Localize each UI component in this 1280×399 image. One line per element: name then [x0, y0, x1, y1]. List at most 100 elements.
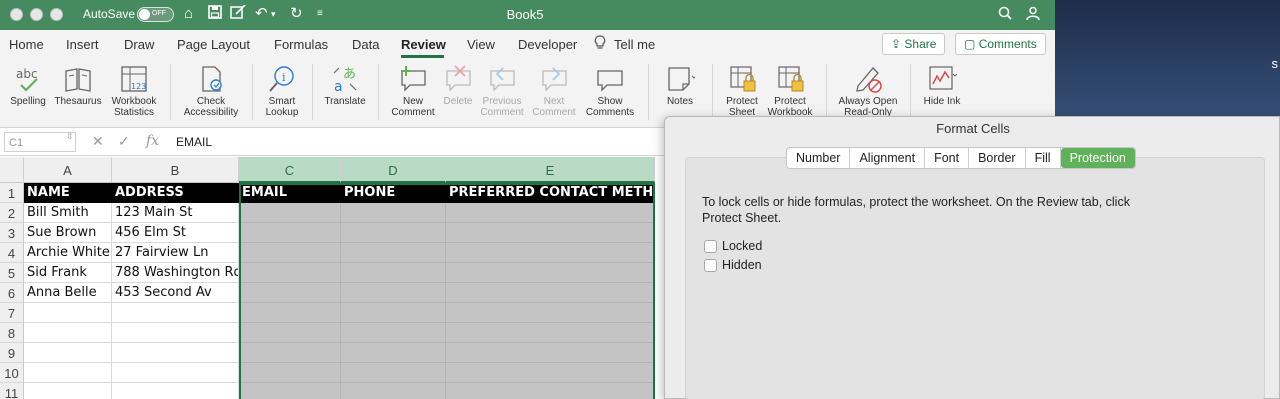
name-box-stepper-icon[interactable]: ⇳ [66, 131, 74, 142]
cell-a9[interactable] [24, 343, 112, 363]
search-icon[interactable] [998, 6, 1012, 25]
cell-c2[interactable] [239, 203, 341, 223]
tab-data[interactable]: Data [352, 37, 379, 52]
cell-b10[interactable] [112, 363, 239, 383]
cell-a3[interactable]: Sue Brown [24, 223, 112, 243]
comments-button[interactable]: ▢ Comments [955, 33, 1046, 55]
tab-insert[interactable]: Insert [66, 37, 99, 52]
cell-b3[interactable]: 456 Elm St [112, 223, 239, 243]
tab-home[interactable]: Home [9, 37, 44, 52]
row-header[interactable]: 2 [0, 203, 24, 223]
cell-b11[interactable] [112, 383, 239, 399]
cell-d6[interactable] [341, 283, 446, 303]
cell-c6[interactable] [239, 283, 341, 303]
cell-c7[interactable] [239, 303, 341, 323]
hidden-checkbox[interactable] [704, 258, 717, 272]
cell-d2[interactable] [341, 203, 446, 223]
cell-e3[interactable] [446, 223, 655, 243]
tab-draw[interactable]: Draw [124, 37, 154, 52]
tab-view[interactable]: View [467, 37, 495, 52]
minimize-window-button[interactable] [30, 8, 43, 21]
cell-b4[interactable]: 27 Fairview Ln [112, 243, 239, 263]
cell-c9[interactable] [239, 343, 341, 363]
save-icon[interactable] [208, 5, 222, 24]
spelling-button[interactable]: abc Spelling [6, 58, 50, 107]
undo-dropdown-icon[interactable]: ▾ [271, 5, 276, 23]
tab-font[interactable]: Font [925, 148, 970, 168]
cell-e2[interactable] [446, 203, 655, 223]
column-header-c[interactable]: C [239, 157, 341, 183]
check-accessibility-button[interactable]: Check Accessibility [178, 58, 244, 118]
column-header-d[interactable]: D [341, 157, 446, 183]
column-header-a[interactable]: A [24, 157, 112, 183]
cell-a10[interactable] [24, 363, 112, 383]
function-icon[interactable]: fx [146, 133, 159, 149]
formula-input[interactable]: EMAIL [176, 135, 212, 149]
cell-d1[interactable]: PHONE [341, 183, 446, 203]
cell-a1[interactable]: NAME [24, 183, 112, 203]
cell-c10[interactable] [239, 363, 341, 383]
cell-e6[interactable] [446, 283, 655, 303]
tab-page-layout[interactable]: Page Layout [177, 37, 250, 52]
cell-a8[interactable] [24, 323, 112, 343]
cell-b7[interactable] [112, 303, 239, 323]
next-comment-button[interactable]: Next Comment [530, 58, 578, 118]
locked-option[interactable]: Locked [704, 239, 762, 253]
notes-button[interactable]: Notes [656, 58, 704, 107]
tab-number[interactable]: Number [787, 148, 851, 168]
customize-toolbar-icon[interactable]: ≡ [317, 5, 323, 23]
autosave-toggle[interactable]: OFF [137, 7, 174, 22]
row-header[interactable]: 6 [0, 283, 24, 303]
hidden-option[interactable]: Hidden [704, 258, 762, 272]
tab-formulas[interactable]: Formulas [274, 37, 328, 52]
tell-me-field[interactable]: Tell me [614, 37, 655, 52]
cell-c1[interactable]: EMAIL [239, 183, 341, 203]
cell-b5[interactable]: 788 Washington Rd [112, 263, 239, 283]
select-all-corner[interactable] [0, 157, 24, 183]
cell-a11[interactable] [24, 383, 112, 399]
cell-b8[interactable] [112, 323, 239, 343]
tab-review[interactable]: Review [401, 37, 446, 52]
show-comments-button[interactable]: Show Comments [582, 58, 638, 118]
cell-c3[interactable] [239, 223, 341, 243]
cell-e10[interactable] [446, 363, 655, 383]
tab-border[interactable]: Border [969, 148, 1026, 168]
protect-sheet-button[interactable]: Protect Sheet [718, 58, 766, 120]
cell-e11[interactable] [446, 383, 655, 399]
cell-a2[interactable]: Bill Smith [24, 203, 112, 223]
locked-checkbox[interactable] [704, 239, 717, 253]
row-header[interactable]: 5 [0, 263, 24, 283]
cell-e7[interactable] [446, 303, 655, 323]
always-open-read-only-button[interactable]: Always Open Read-Only [832, 58, 904, 120]
cell-d3[interactable] [341, 223, 446, 243]
cell-a4[interactable]: Archie White [24, 243, 112, 263]
cell-c4[interactable] [239, 243, 341, 263]
cell-d7[interactable] [341, 303, 446, 323]
workbook-statistics-button[interactable]: 123 Workbook Statistics [106, 58, 162, 118]
row-header[interactable]: 8 [0, 323, 24, 343]
row-header[interactable]: 3 [0, 223, 24, 243]
row-header[interactable]: 11 [0, 383, 24, 399]
smart-lookup-button[interactable]: i Smart Lookup [258, 58, 306, 118]
cell-a5[interactable]: Sid Frank [24, 263, 112, 283]
cell-d9[interactable] [341, 343, 446, 363]
account-icon[interactable] [1025, 5, 1041, 26]
row-header[interactable]: 4 [0, 243, 24, 263]
cell-e9[interactable] [446, 343, 655, 363]
row-header[interactable]: 10 [0, 363, 24, 383]
share-button[interactable]: ⇪ Share [882, 33, 946, 55]
edit-icon[interactable] [230, 4, 246, 24]
column-header-b[interactable]: B [112, 157, 239, 183]
cell-b2[interactable]: 123 Main St [112, 203, 239, 223]
delete-comment-button[interactable]: Delete [440, 58, 476, 107]
new-comment-button[interactable]: New Comment [386, 58, 440, 118]
row-header[interactable]: 7 [0, 303, 24, 323]
column-header-e[interactable]: E [446, 157, 655, 183]
cancel-icon[interactable]: ✕ [92, 133, 104, 150]
cell-d5[interactable] [341, 263, 446, 283]
cell-d11[interactable] [341, 383, 446, 399]
cell-d8[interactable] [341, 323, 446, 343]
tab-alignment[interactable]: Alignment [850, 148, 926, 168]
protect-workbook-button[interactable]: Protect Workbook [766, 58, 814, 120]
cell-e1[interactable]: PREFERRED CONTACT METHOD [446, 183, 655, 203]
